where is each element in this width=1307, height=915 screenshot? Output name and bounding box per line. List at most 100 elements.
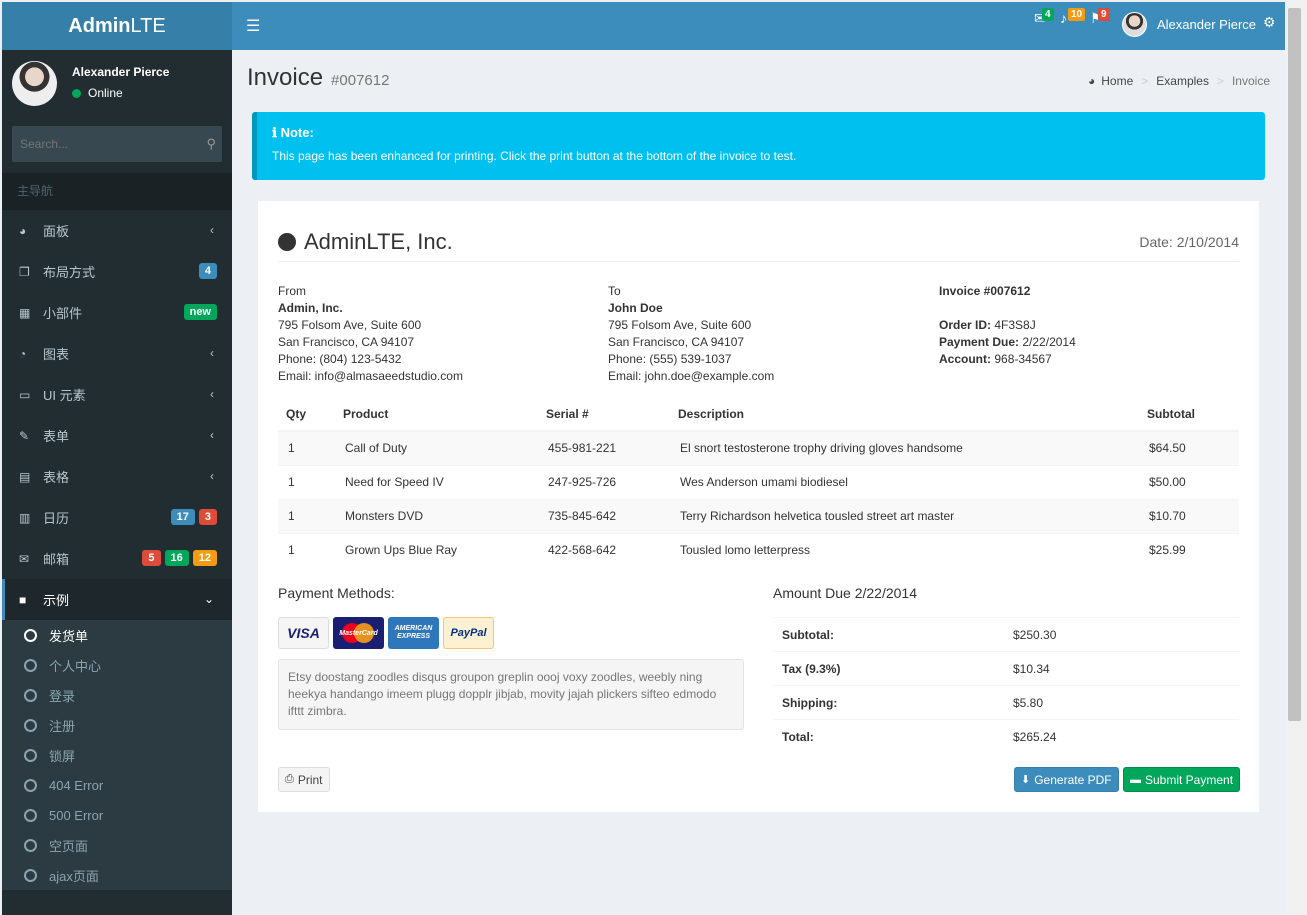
sidebar-toggle-icon[interactable]: ☰ <box>246 16 260 36</box>
amount-due-title: Amount Due 2/22/2014 <box>773 585 917 601</box>
files-icon: ❐ <box>19 264 30 279</box>
invoice-header: AdminLTE, Inc. Date: 2/10/2014 <box>278 229 1239 262</box>
envelope-icon: ✉ <box>19 551 30 566</box>
examples-submenu: 发货单 个人中心 登录 注册 锁屏 404 Error 500 Error 空页… <box>2 620 232 890</box>
chevron-left-icon: ‹ <box>210 223 214 237</box>
sidebar-search: ⚲ <box>12 126 222 162</box>
sidebar-item-examples[interactable]: ■ 示例 ⌄ <box>2 579 232 620</box>
th-icon: ▦ <box>19 305 31 320</box>
sidebar-item-layout[interactable]: ❐ 布局方式 4 <box>2 251 232 292</box>
invoice-info: Invoice #007612 Order ID: 4F3S8J Payment… <box>939 284 1076 366</box>
dashboard-icon: ◕ <box>19 223 27 238</box>
laptop-icon: ▭ <box>19 387 31 402</box>
column-header: Subtotal <box>1139 397 1239 432</box>
invoice: AdminLTE, Inc. Date: 2/10/2014 From Admi… <box>258 201 1259 812</box>
sidebar-item-calendar[interactable]: ▥ 日历 17 3 <box>2 497 232 538</box>
sidebar-item-tables[interactable]: ▤ 表格 ‹ <box>2 456 232 497</box>
folder-icon: ■ <box>19 592 27 607</box>
payment-note: Etsy doostang zoodles disqus groupon gre… <box>278 659 744 730</box>
payment-cards: VISA MasterCard AMERICAN EXPRESS PayPal <box>278 617 494 649</box>
submenu-item-register[interactable]: 注册 <box>2 710 232 740</box>
table-row: Total: $265.24 <box>773 719 1239 754</box>
breadcrumb-home[interactable]: Home <box>1101 74 1133 88</box>
layout-badge: 4 <box>198 263 217 279</box>
paypal-icon: PayPal <box>443 617 494 649</box>
company-name: AdminLTE, Inc. <box>304 229 453 254</box>
column-header: Product <box>335 397 538 432</box>
sidebar-item-forms[interactable]: ✎ 表单 ‹ <box>2 415 232 456</box>
submenu-item-ajax[interactable]: ajax页面 <box>2 860 232 890</box>
online-dot-icon <box>72 88 81 98</box>
sidebar-item-widgets[interactable]: ▦ 小部件 new <box>2 292 232 333</box>
dashboard-icon: ◕ <box>1087 74 1096 88</box>
mailbox-badge: 16 <box>164 550 189 566</box>
payment-methods-title: Payment Methods: <box>278 585 395 601</box>
circle-icon <box>24 778 37 792</box>
invoice-items-table: Qty Product Serial # Description Subtota… <box>278 397 1239 567</box>
submenu-item-blank[interactable]: 空页面 <box>2 830 232 860</box>
submenu-item-invoice[interactable]: 发货单 <box>2 620 232 650</box>
circle-icon <box>24 868 37 882</box>
circle-icon <box>24 658 37 672</box>
new-badge: new <box>183 304 217 320</box>
page-title: Invoice #007612 <box>247 64 390 91</box>
user-menu[interactable]: Alexander Pierce <box>1122 12 1256 37</box>
circle-icon <box>24 748 37 762</box>
messages-menu[interactable]: ✉ 4 <box>1034 8 1054 27</box>
chevron-down-icon: ⌄ <box>203 592 214 606</box>
user-panel: Alexander Pierce Online <box>2 50 232 125</box>
to-address: To John Doe 795 Folsom Ave, Suite 600 Sa… <box>608 284 775 383</box>
submenu-item-lockscreen[interactable]: 锁屏 <box>2 740 232 770</box>
edit-icon: ✎ <box>19 428 30 443</box>
calendar-icon: ▥ <box>19 510 31 525</box>
sidebar-menu: ◕ 面板 ‹ ❐ 布局方式 4 ▦ 小部件 new ◔ 图表 ‹ ▭ UI 元素 ‹ ✎ 表单 ‹ ▤ 表… <box>2 210 232 890</box>
gears-icon[interactable]: ⚙ <box>1263 14 1276 31</box>
sidebar: Alexander Pierce Online ⚲ 主导航 ◕面板‹ ❐布局方式… <box>2 50 232 915</box>
circle-icon <box>24 718 37 732</box>
submenu-item-profile[interactable]: 个人中心 <box>2 650 232 680</box>
print-button[interactable]: ⎙ Print <box>278 767 330 792</box>
search-icon[interactable]: ⚲ <box>206 136 216 152</box>
chevron-left-icon: ‹ <box>210 387 214 401</box>
user-name: Alexander Pierce <box>1157 17 1256 32</box>
tasks-menu[interactable]: ⚑ 9 <box>1090 8 1110 27</box>
search-input[interactable] <box>12 126 192 162</box>
column-header: Description <box>670 397 1139 432</box>
avatar <box>1122 12 1147 37</box>
circle-icon <box>24 628 37 642</box>
table-row: Tax (9.3%) $10.34 <box>773 651 1239 686</box>
chevron-left-icon: ‹ <box>210 428 214 442</box>
submit-payment-button[interactable]: ▬ Submit Payment <box>1123 767 1241 792</box>
callout-title: Note: <box>280 125 314 140</box>
download-icon: ⬇ <box>1021 774 1031 786</box>
sidebar-header: 主导航 <box>2 173 232 210</box>
generate-pdf-button[interactable]: ⬇ Generate PDF <box>1014 767 1119 792</box>
scrollbar-thumb[interactable] <box>1288 8 1301 721</box>
submenu-item-500[interactable]: 500 Error <box>2 800 232 830</box>
sidebar-user-name: Alexander Pierce <box>72 65 170 79</box>
submenu-item-login[interactable]: 登录 <box>2 680 232 710</box>
sidebar-item-charts[interactable]: ◔ 图表 ‹ <box>2 333 232 374</box>
sidebar-item-mailbox[interactable]: ✉ 邮箱 5 16 12 <box>2 538 232 579</box>
user-status: Online <box>72 86 123 100</box>
chevron-left-icon: ‹ <box>210 469 214 483</box>
sidebar-item-dashboard[interactable]: ◕ 面板 ‹ <box>2 210 232 251</box>
table-row: Shipping: $5.80 <box>773 685 1239 720</box>
submenu-item-404[interactable]: 404 Error <box>2 770 232 800</box>
sidebar-item-ui[interactable]: ▭ UI 元素 ‹ <box>2 374 232 415</box>
scrollbar[interactable] <box>1285 0 1307 915</box>
table-row: 1 Need for Speed IV 247-925-726 Wes Anderso… <box>278 464 1239 499</box>
calendar-badge: 3 <box>198 509 217 525</box>
breadcrumb: ◕ Home > Examples > Invoice <box>1087 74 1270 88</box>
messages-badge: 4 <box>1042 8 1054 21</box>
amex-icon: AMERICAN EXPRESS <box>388 617 439 649</box>
notifications-menu[interactable]: ♪ 10 <box>1060 8 1086 26</box>
table-row: 1 Monsters DVD 735-845-642 Terry Richardson… <box>278 498 1239 533</box>
mailbox-badge: 12 <box>192 550 217 566</box>
totals-table: Subtotal: $250.30 Tax (9.3%) $10.34 Shippi… <box>773 617 1239 754</box>
circle-icon <box>24 838 37 852</box>
breadcrumb-examples[interactable]: Examples <box>1156 74 1209 88</box>
app-logo[interactable]: AdminLTE <box>2 2 232 50</box>
mailbox-badge: 5 <box>142 550 161 566</box>
breadcrumb-current: Invoice <box>1231 74 1270 88</box>
